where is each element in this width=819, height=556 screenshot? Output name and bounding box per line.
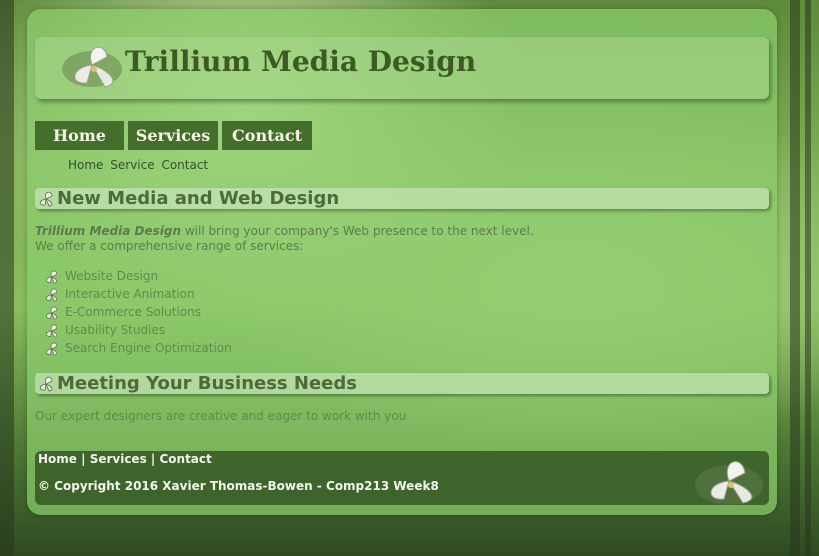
service-label: Search Engine Optimization — [65, 341, 232, 355]
nav-home-button[interactable]: Home — [35, 121, 124, 150]
page-wrapper: Trillium Media Design Home Services Cont… — [27, 9, 777, 515]
footer-services-link[interactable]: Services — [90, 452, 147, 466]
business-paragraph: Our expert designers are creative and ea… — [35, 409, 407, 423]
section-heading: New Media and Web Design — [57, 188, 340, 209]
tree-trunk — [805, 0, 811, 556]
trillium-bullet-icon — [39, 191, 53, 207]
text-nav: Home Service Contact — [68, 158, 211, 172]
footer-separator: | — [76, 452, 90, 466]
site-footer: Home | Services | Contact © Copyright 20… — [35, 451, 769, 505]
intro-paragraph: Trillium Media Design will bring your co… — [35, 224, 534, 254]
trillium-flower-icon — [695, 461, 763, 505]
nav-services-button[interactable]: Services — [128, 121, 218, 150]
intro-text: will bring your company's Web presence t… — [181, 224, 534, 238]
trillium-bullet-icon — [46, 270, 58, 284]
trillium-flower-icon — [62, 46, 122, 88]
nav-contact-button[interactable]: Contact — [222, 121, 312, 150]
section-heading: Meeting Your Business Needs — [57, 373, 357, 394]
list-item: E-Commerce Solutions — [43, 303, 232, 321]
service-label: Interactive Animation — [65, 287, 195, 301]
text-nav-home-link[interactable]: Home — [68, 158, 103, 172]
footer-nav: Home | Services | Contact — [38, 452, 212, 466]
footer-home-link[interactable]: Home — [38, 452, 77, 466]
trillium-bullet-icon — [46, 342, 58, 356]
text-nav-service-link[interactable]: Service — [110, 158, 154, 172]
brand-name: Trillium Media Design — [35, 224, 182, 238]
section-header: Meeting Your Business Needs — [35, 373, 769, 394]
text-nav-contact-link[interactable]: Contact — [161, 158, 208, 172]
tree-trunk — [790, 0, 800, 556]
footer-contact-link[interactable]: Contact — [159, 452, 211, 466]
list-item: Interactive Animation — [43, 285, 232, 303]
main-nav: Home Services Contact — [35, 121, 312, 150]
trillium-bullet-icon — [46, 306, 58, 320]
site-header: Trillium Media Design — [35, 37, 769, 99]
intro-text-line2: We offer a comprehensive range of servic… — [35, 239, 304, 253]
list-item: Usability Studies — [43, 321, 232, 339]
footer-separator: | — [146, 452, 160, 466]
service-label: E-Commerce Solutions — [65, 305, 201, 319]
site-title: Trillium Media Design — [125, 45, 477, 78]
service-label: Usability Studies — [65, 323, 166, 337]
trillium-bullet-icon — [46, 288, 58, 302]
services-list: Website Design Interactive Animation E-C… — [43, 267, 232, 357]
section-header: New Media and Web Design — [35, 188, 769, 209]
trillium-bullet-icon — [39, 376, 53, 392]
list-item: Website Design — [43, 267, 232, 285]
tree-trunk — [0, 0, 14, 556]
trillium-bullet-icon — [46, 324, 58, 338]
list-item: Search Engine Optimization — [43, 339, 232, 357]
service-label: Website Design — [65, 269, 159, 283]
copyright-text: © Copyright 2016 Xavier Thomas-Bowen - C… — [38, 479, 439, 493]
